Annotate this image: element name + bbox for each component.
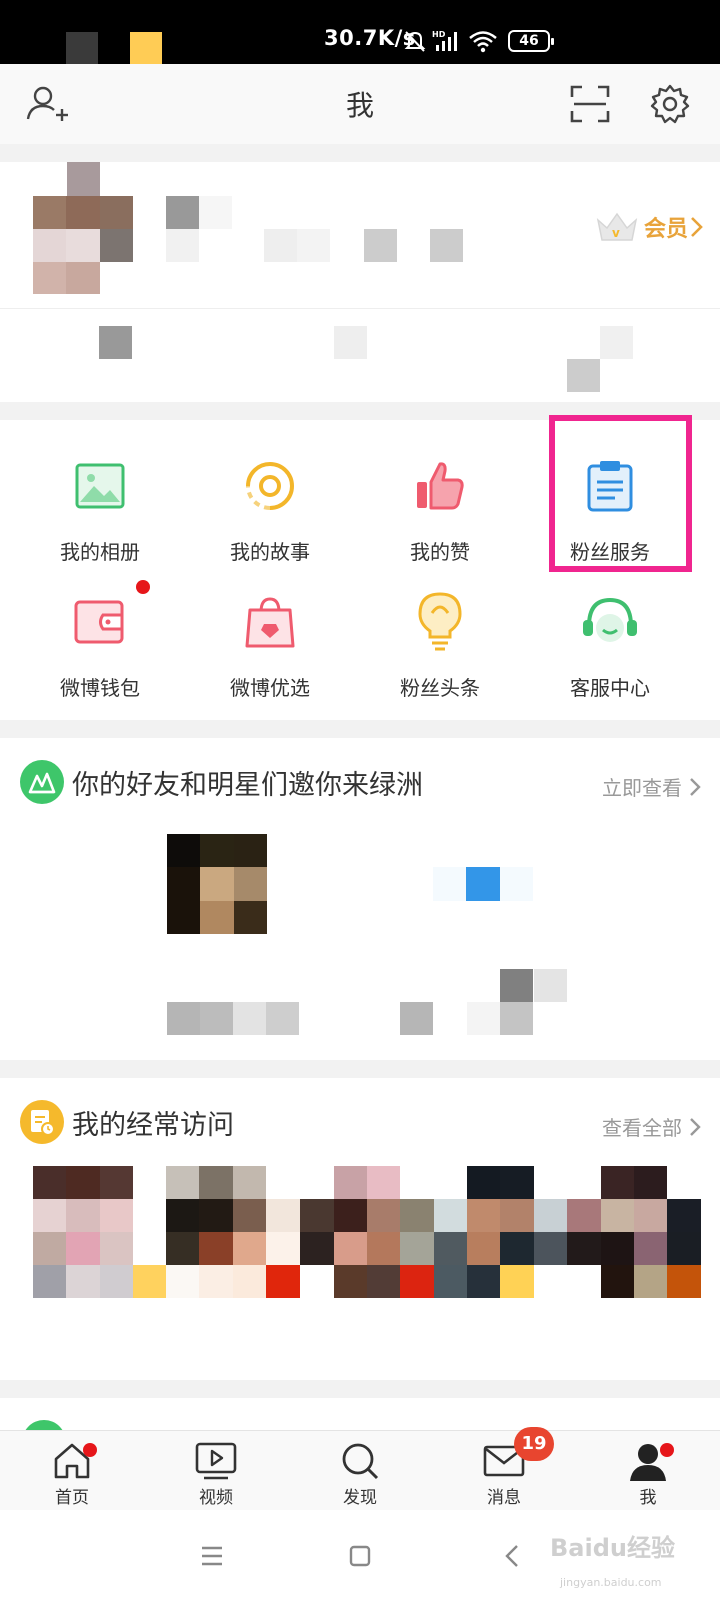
grid-item-wallet[interactable]: 微博钱包	[15, 590, 185, 720]
chevron-right-icon	[690, 1117, 701, 1136]
grid-item-fan-headline[interactable]: 粉丝头条	[355, 590, 525, 720]
oasis-title: 你的好友和明星们邀你来绿洲	[72, 769, 423, 801]
status-notification-icon	[66, 32, 98, 64]
bottom-tab-bar: 首页 视频 发现 消息 19 我	[0, 1427, 720, 1511]
photo-album-icon	[68, 454, 132, 518]
stats-pixelated	[0, 309, 720, 402]
story-icon	[238, 454, 302, 518]
status-notification-icon	[130, 32, 162, 64]
grid-item-customer-service[interactable]: 客服中心	[525, 590, 695, 720]
lightbulb-icon	[408, 590, 472, 654]
username-pixelated	[166, 196, 466, 262]
oasis-header: 你的好友和明星们邀你来绿洲	[20, 758, 423, 806]
profile-card[interactable]: v 会员	[0, 162, 720, 402]
hd-signal-icon: HD	[432, 30, 457, 51]
frequent-avatar[interactable]	[434, 1166, 567, 1298]
status-icons: HD 46	[404, 26, 554, 56]
grid-item-story[interactable]: 我的故事	[185, 454, 355, 584]
oasis-link-label: 立即查看	[602, 776, 682, 800]
wallet-icon	[68, 590, 132, 654]
frequent-header: 我的经常访问	[20, 1098, 234, 1146]
oasis-view-link[interactable]: 立即查看	[602, 772, 702, 801]
vip-label: 会员	[643, 217, 688, 242]
avatar[interactable]	[33, 162, 133, 294]
system-nav-bar: Baidu经验 jingyan.baidu.com	[0, 1510, 720, 1600]
crown-icon: v	[596, 212, 638, 241]
frequent-avatar[interactable]	[300, 1166, 434, 1298]
grid-item-likes[interactable]: 我的赞	[355, 454, 525, 584]
frequent-avatar-fragment	[133, 1265, 166, 1298]
status-bar: 30.7K/s HD 46	[0, 0, 720, 64]
home-button-icon[interactable]	[338, 1534, 382, 1578]
tab-label: 消息	[487, 1488, 521, 1508]
thumbs-up-icon	[408, 454, 472, 518]
frequent-avatar[interactable]	[567, 1166, 701, 1298]
mute-icon	[404, 31, 426, 52]
tab-messages[interactable]: 消息 19	[432, 1427, 576, 1511]
frequent-link-label: 查看全部	[602, 1116, 682, 1140]
friend-name-pixelated	[167, 1002, 300, 1035]
tab-me[interactable]: 我	[576, 1431, 720, 1511]
scan-icon[interactable]	[566, 80, 614, 128]
frequent-title: 我的经常访问	[72, 1109, 234, 1141]
chevron-right-icon	[691, 217, 703, 237]
tab-label: 发现	[343, 1488, 377, 1508]
tab-home[interactable]: 首页	[0, 1431, 144, 1511]
battery-icon: 46	[508, 30, 554, 52]
grid-item-label: 我的相册	[60, 540, 140, 564]
grid-item-label: 我的赞	[410, 540, 470, 564]
notification-dot	[83, 1443, 97, 1457]
headset-icon	[578, 590, 642, 654]
tab-video[interactable]: 视频	[144, 1431, 288, 1511]
tab-discover[interactable]: 发现	[288, 1431, 432, 1511]
back-icon[interactable]	[490, 1534, 534, 1578]
chevron-right-icon	[690, 777, 701, 796]
notification-dot	[660, 1443, 674, 1457]
shopping-bag-icon	[238, 590, 302, 654]
wifi-icon	[469, 31, 497, 53]
settings-icon[interactable]	[646, 80, 694, 128]
grid-item-label: 我的故事	[230, 540, 310, 564]
svg-text:v: v	[612, 226, 620, 240]
oasis-card[interactable]: 你的好友和明星们邀你来绿洲 立即查看	[0, 738, 720, 1060]
grid-item-label: 粉丝头条	[400, 676, 480, 700]
grid-item-weibo-select[interactable]: 微博优选	[185, 590, 355, 720]
friend-name-pixelated	[534, 969, 567, 1002]
frequent-view-all-link[interactable]: 查看全部	[602, 1112, 702, 1141]
grid-item-label: 客服中心	[570, 676, 650, 700]
tab-label: 我	[639, 1488, 657, 1508]
frequent-visits-card[interactable]: 我的经常访问 查看全部	[0, 1078, 720, 1380]
message-badge: 19	[514, 1427, 554, 1461]
network-speed: 30.7K/s	[324, 26, 416, 50]
highlight-box	[549, 415, 692, 572]
frequent-avatar[interactable]	[166, 1166, 300, 1298]
grid-item-album[interactable]: 我的相册	[15, 454, 185, 584]
notification-dot	[136, 580, 150, 594]
menu-icon[interactable]	[190, 1534, 234, 1578]
tab-label: 视频	[199, 1488, 233, 1508]
friend-name-pixelated	[400, 969, 534, 1035]
tab-label: 首页	[55, 1488, 89, 1508]
search-icon	[338, 1439, 382, 1483]
grid-item-label: 微博优选	[230, 676, 310, 700]
watermark-url: jingyan.baidu.com	[560, 1576, 662, 1589]
app-header: 我	[0, 64, 720, 144]
frequent-visits-icon	[20, 1100, 64, 1144]
video-icon	[194, 1439, 238, 1483]
vip-link[interactable]: v 会员	[594, 210, 704, 244]
oasis-icon	[20, 760, 64, 804]
watermark-logo: Baidu经验	[550, 1534, 675, 1562]
svg-text:HD: HD	[432, 30, 446, 39]
friend-avatar[interactable]	[433, 867, 533, 901]
friend-avatar[interactable]	[167, 834, 267, 934]
frequent-avatar[interactable]	[33, 1166, 133, 1298]
grid-item-label: 微博钱包	[60, 676, 140, 700]
